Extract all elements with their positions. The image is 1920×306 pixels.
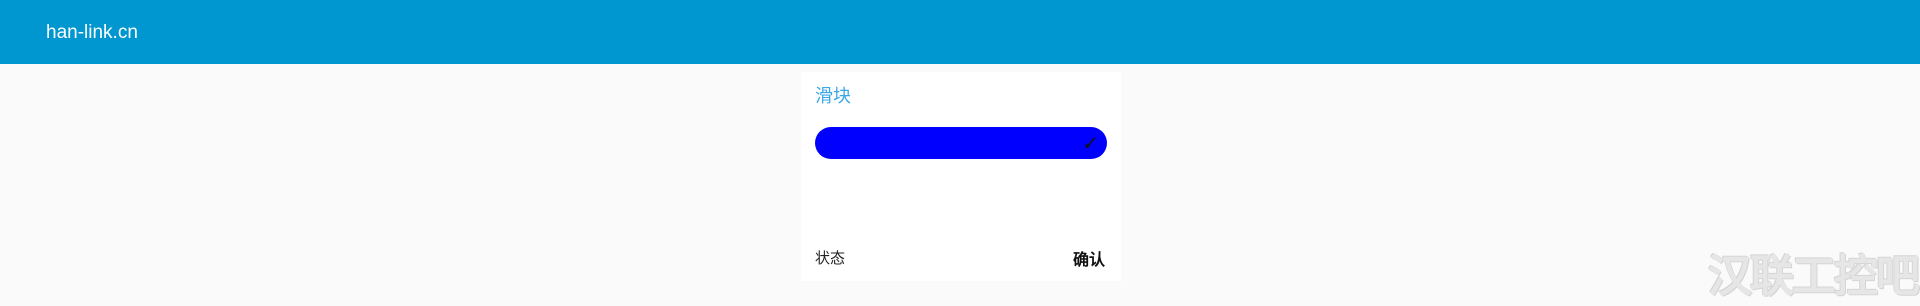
check-icon: ✓: [1082, 131, 1099, 155]
status-label: 状态: [815, 249, 846, 267]
watermark: 汉联工控吧: [1708, 251, 1920, 302]
slider-track[interactable]: ✓: [815, 127, 1107, 159]
slider-card: 滑块 ✓ 状态 确认: [801, 72, 1121, 281]
confirm-button[interactable]: 确认: [1073, 246, 1105, 270]
brand-title: han-link.cn: [46, 22, 138, 43]
card-title: 滑块: [815, 86, 851, 107]
top-bar: han-link.cn: [0, 0, 1920, 64]
